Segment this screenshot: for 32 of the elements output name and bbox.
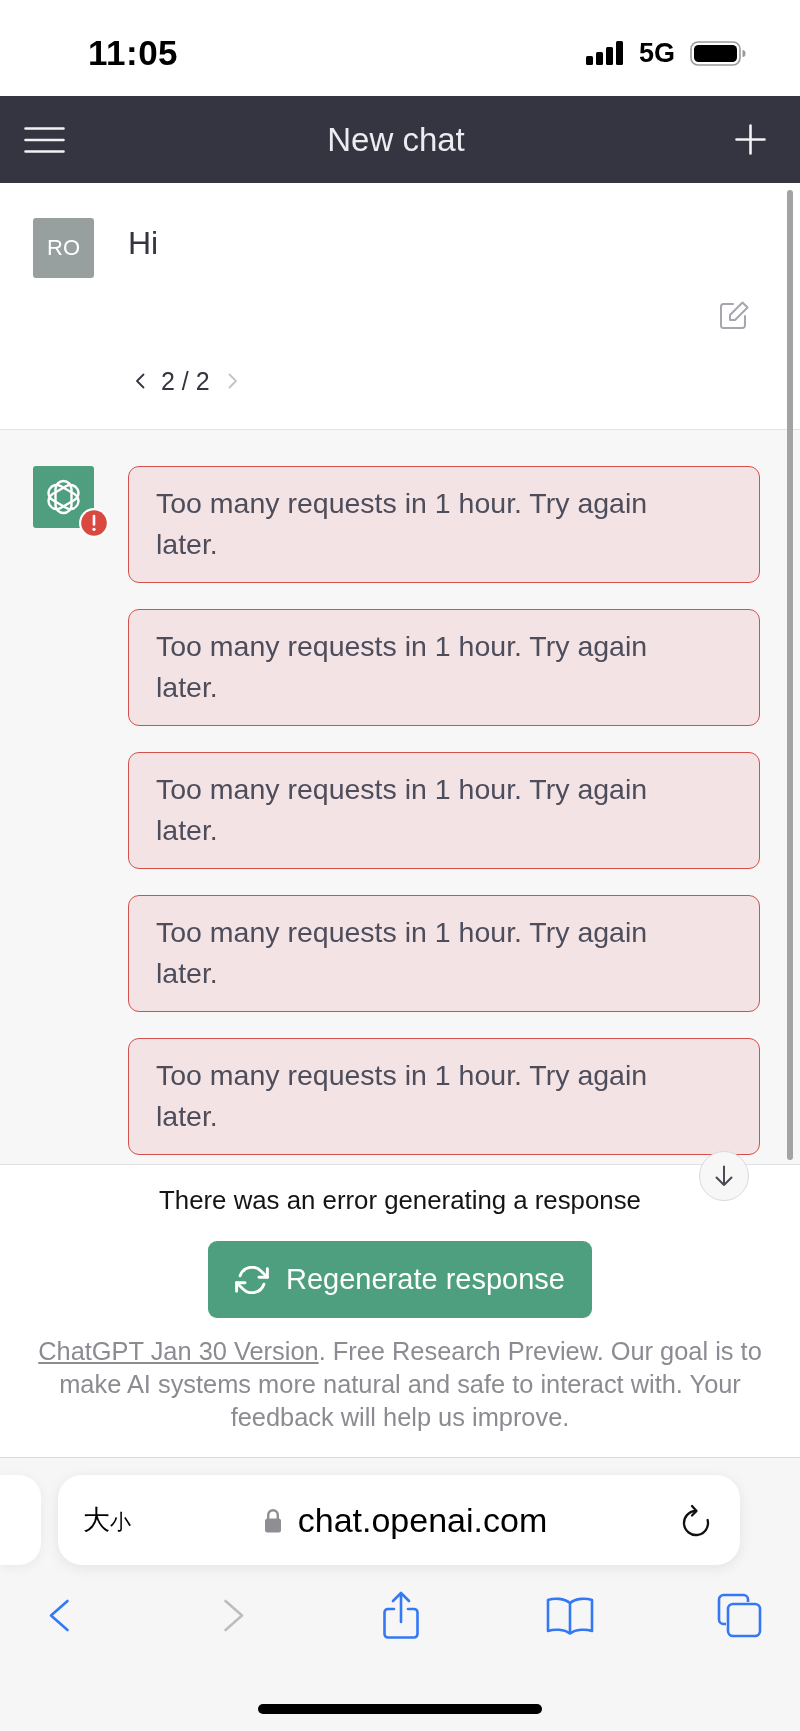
knot-logo-icon <box>33 466 94 528</box>
status-time: 11:05 <box>88 33 179 73</box>
address-bar[interactable]: 大小 chat.openai.com <box>58 1475 740 1565</box>
user-message-text: Hi <box>128 224 159 262</box>
chevron-left-icon[interactable] <box>135 373 145 389</box>
scroll-down-button[interactable] <box>699 1151 749 1201</box>
menu-icon[interactable] <box>24 126 65 153</box>
edit-icon[interactable] <box>719 300 750 330</box>
error-notice: There was an error generating a response <box>159 1185 641 1215</box>
share-icon[interactable] <box>382 1590 420 1640</box>
disclaimer-text: ChatGPT Jan 30 Version. Free Research Preview. Our goal is to make AI systems more natural and safe to interact with. Your feedback will help us improve. <box>37 1336 763 1433</box>
refresh-icon <box>235 1265 270 1294</box>
error-message: Too many requests in 1 hour. Try again later. <box>128 895 760 1012</box>
battery-icon <box>690 40 746 66</box>
error-message: Too many requests in 1 hour. Try again later. <box>128 609 760 726</box>
reload-icon[interactable] <box>680 1503 712 1537</box>
user-avatar: RO <box>33 218 94 278</box>
pager-label: 2 / 2 <box>161 366 210 396</box>
error-message: Too many requests in 1 hour. Try again later. <box>128 752 760 869</box>
network-label: 5G <box>638 37 675 69</box>
lock-icon <box>263 1507 282 1533</box>
book-icon[interactable] <box>546 1595 594 1635</box>
chat-title: New chat <box>326 120 466 159</box>
text-size-button[interactable]: 大小 <box>83 1502 131 1538</box>
tabs-icon[interactable] <box>717 1592 762 1638</box>
signal-icon <box>585 41 624 65</box>
back-icon[interactable] <box>48 1598 70 1632</box>
plus-icon[interactable] <box>735 124 766 155</box>
error-message: Too many requests in 1 hour. Try again later. <box>128 466 760 583</box>
error-message: Too many requests in 1 hour. Try again later. <box>128 1038 760 1155</box>
url-text: chat.openai.com <box>297 1500 548 1540</box>
arrow-down-icon <box>714 1165 734 1187</box>
